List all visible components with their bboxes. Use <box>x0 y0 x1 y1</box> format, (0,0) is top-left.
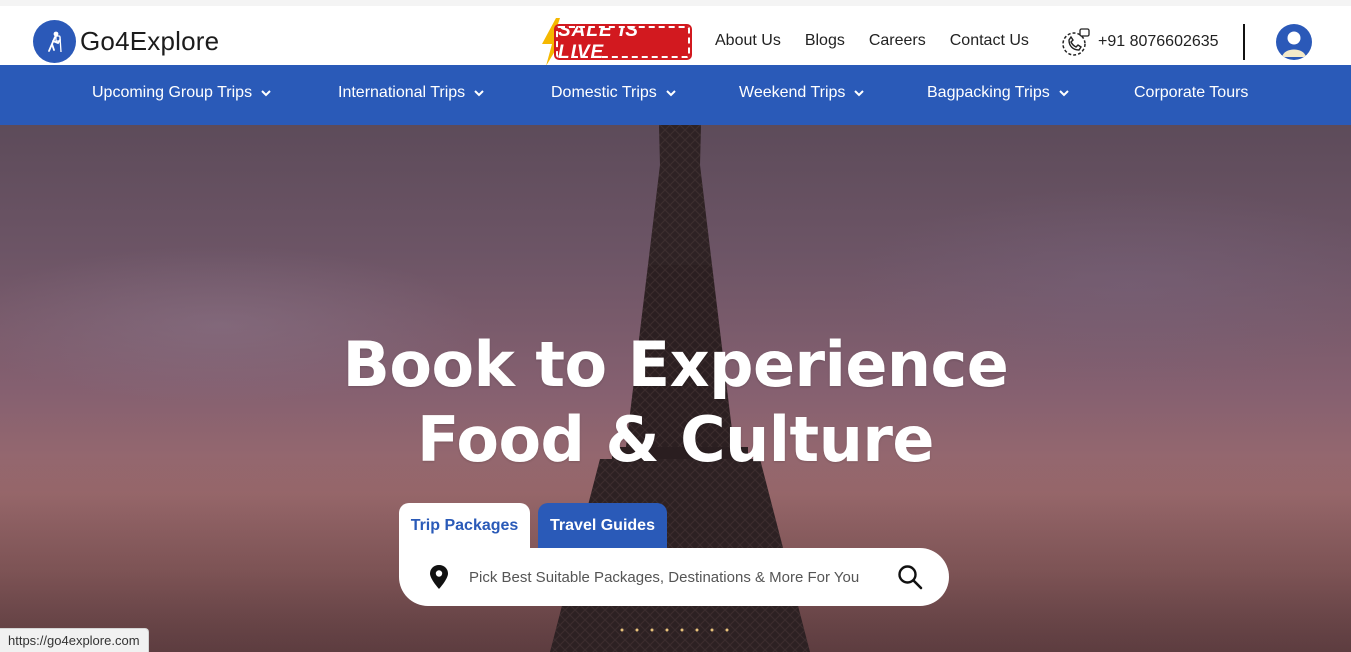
nav-label: Weekend Trips <box>739 84 846 101</box>
main-nav: Upcoming Group Trips International Trips… <box>0 65 1351 125</box>
site-logo[interactable]: Go4Explore <box>33 20 219 63</box>
nav-weekend-trips[interactable]: Weekend Trips <box>739 84 865 102</box>
nav-label: Corporate Tours <box>1134 84 1249 101</box>
nav-corporate-tours[interactable]: Corporate Tours <box>1134 84 1248 102</box>
tab-trip-packages[interactable]: Trip Packages <box>399 503 530 549</box>
search-input[interactable] <box>469 565 899 589</box>
top-links: About Us Blogs Careers Contact Us <box>715 32 1029 50</box>
careers-link[interactable]: Careers <box>869 32 926 50</box>
chevron-down-icon <box>1059 90 1069 97</box>
search-icon[interactable] <box>897 564 923 590</box>
top-header: Go4Explore SALE IS LIVE About Us Blogs C… <box>0 0 1351 66</box>
blogs-link[interactable]: Blogs <box>805 32 845 50</box>
phone-contact[interactable]: +91 8076602635 <box>1060 26 1219 58</box>
status-bar-url: https://go4explore.com <box>0 628 149 652</box>
hero-headline-line2: Food & Culture <box>417 403 934 476</box>
hero-headline-line1: Book to Experience <box>342 328 1009 401</box>
nav-label: International Trips <box>338 84 466 101</box>
hero-section: Book to Experience Food & Culture Trip P… <box>0 125 1351 652</box>
user-avatar-icon[interactable] <box>1276 24 1312 60</box>
nav-domestic-trips[interactable]: Domestic Trips <box>551 84 677 102</box>
chevron-down-icon <box>261 90 271 97</box>
sale-badge[interactable]: SALE IS LIVE <box>540 18 692 66</box>
location-pin-icon <box>430 565 448 589</box>
hiker-logo-icon <box>33 20 76 63</box>
header-divider <box>1243 24 1245 60</box>
nav-bagpacking-trips[interactable]: Bagpacking Trips <box>927 84 1070 102</box>
chevron-down-icon <box>666 90 676 97</box>
nav-label: Domestic Trips <box>551 84 657 101</box>
nav-international-trips[interactable]: International Trips <box>338 84 485 102</box>
chevron-down-icon <box>854 90 865 97</box>
nav-label: Upcoming Group Trips <box>92 84 253 101</box>
search-bar <box>399 548 949 606</box>
nav-label: Bagpacking Trips <box>927 84 1050 101</box>
logo-text: Go4Explore <box>80 26 220 56</box>
phone-support-icon <box>1062 28 1090 56</box>
about-us-link[interactable]: About Us <box>715 32 781 50</box>
phone-number: +91 8076602635 <box>1098 33 1219 50</box>
tab-travel-guides[interactable]: Travel Guides <box>538 503 667 549</box>
chevron-down-icon <box>474 90 484 97</box>
nav-upcoming-group-trips[interactable]: Upcoming Group Trips <box>92 84 272 102</box>
sale-badge-label: SALE IS LIVE <box>554 20 692 63</box>
contact-us-link[interactable]: Contact Us <box>950 32 1029 50</box>
